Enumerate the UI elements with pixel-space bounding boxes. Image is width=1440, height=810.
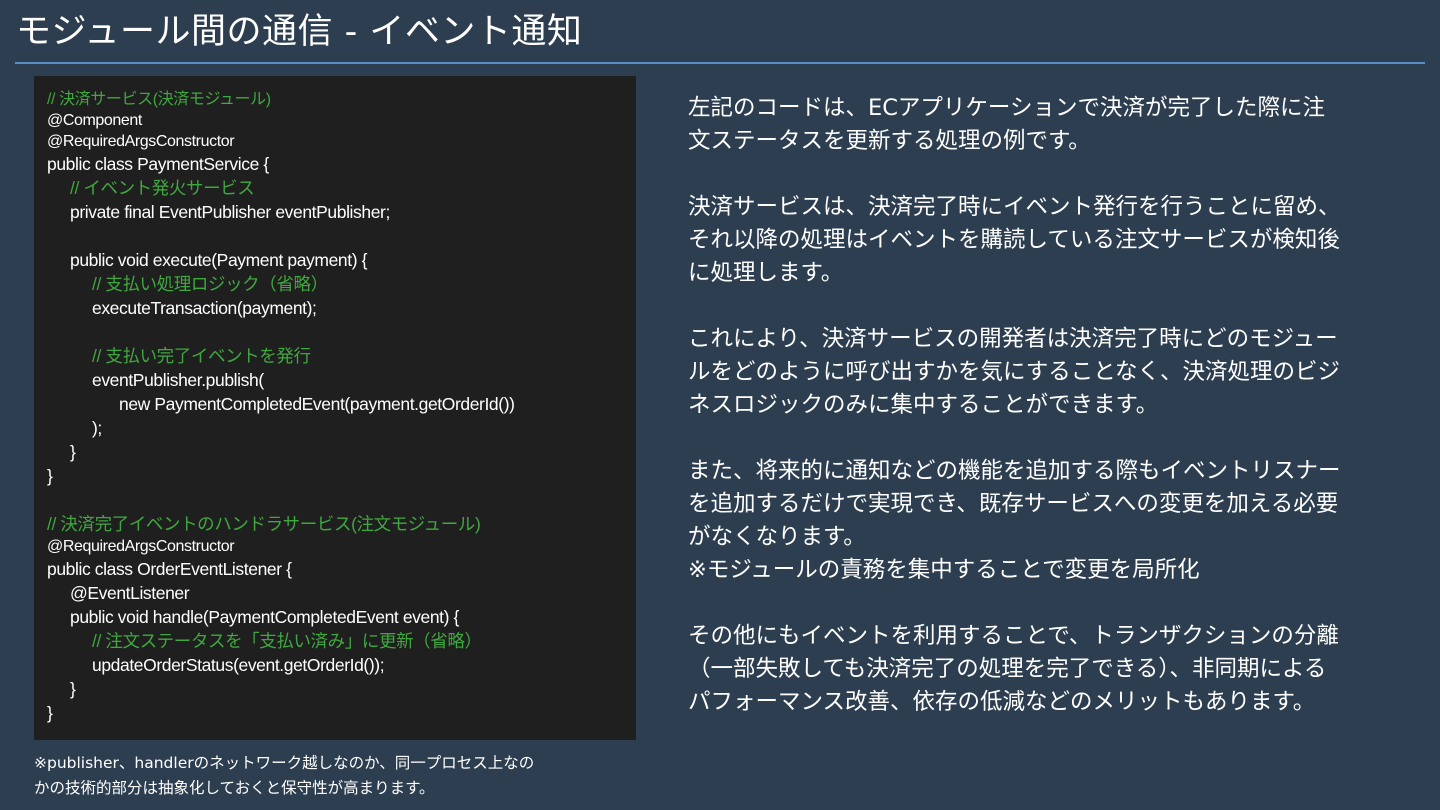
code-comment-line: // 支払い完了イベントを発行 [92,346,311,366]
explanation-line: がなくなります。 [688,524,866,550]
code-comment-line: // 支払い処理ロジック（省略） [92,274,328,294]
explanation-line: 文ステータスを更新する処理の例です。 [688,128,1091,154]
explanation-line: 決済サービスは、決済完了時にイベント発行を行うことに留め、 [688,194,1341,220]
code-line: @EventListener [70,583,190,603]
footnote-line: かの技術的部分は抽象化しておくと保守性が高まります。 [34,779,435,797]
explanation-line: ※モジュールの責務を集中することで変更を局所化 [688,557,1200,583]
code-comment-line: // 決済完了イベントのハンドラサービス(注文モジュール) [47,514,481,534]
code-line: } [47,703,53,723]
explanation-line: （一部失敗しても決済完了の処理を完了できる）、非同期による [688,656,1327,682]
code-line: executeTransaction(payment); [92,298,317,318]
code-line: } [70,442,76,462]
code-line: public void execute(Payment payment) { [70,250,368,270]
explanation-line: その他にもイベントを利用することで、トランザクションの分離 [688,623,1339,649]
explanation-line: に処理します。 [688,260,844,286]
explanation-text: 左記のコードは、ECアプリケーションで決済が完了した際に注 文ステータスを更新する… [688,92,1398,719]
code-line: new PaymentCompletedEvent(payment.getOrd… [119,394,515,414]
code-line: public void handle(PaymentCompletedEvent… [70,607,459,627]
explanation-line: 左記のコードは、ECアプリケーションで決済が完了した際に注 [688,95,1325,121]
explanation-line: ルをどのように呼び出すかを気にすることなく、決済処理のビジ [688,359,1341,385]
footnote-line: ※publisher、handlerのネットワーク越しなのか、同一プロセス上なの [34,754,535,772]
explanation-line: を追加するだけで実現でき、既存サービスへの変更を加える必要 [688,491,1339,517]
explanation-line: また、将来的に通知などの機能を追加する際もイベントリスナー [688,458,1341,484]
code-comment-line: // 決済サービス(決済モジュール) [47,91,271,108]
slide-title: モジュール間の通信 - イベント通知 [16,12,583,52]
code-line: eventPublisher.publish( [92,370,264,390]
code-line: updateOrderStatus(event.getOrderId()); [92,655,385,675]
code-line: ); [92,418,102,438]
code-comment-line: // 注文ステータスを「支払い済み」に更新（省略） [92,631,482,651]
explanation-line: パフォーマンス改善、依存の低減などのメリットもあります。 [688,689,1316,715]
explanation-line: それ以降の処理はイベントを購読している注文サービスが検知後 [688,227,1340,253]
code-line: } [70,679,76,699]
code-line: private final EventPublisher eventPublis… [70,202,390,222]
title-divider [15,62,1425,64]
code-line: @RequiredArgsConstructor [47,133,235,150]
code-lines: // 決済サービス(決済モジュール) @Component @RequiredArg… [47,89,515,725]
code-line: @RequiredArgsConstructor [47,538,235,555]
code-line: public class PaymentService { [47,154,269,174]
explanation-line: ネスロジックのみに集中することができます。 [688,392,1159,418]
code-block: // 決済サービス(決済モジュール) @Component @RequiredArg… [34,76,636,740]
explanation-line: これにより、決済サービスの開発者は決済完了時にどのモジュー [688,326,1338,352]
footnote: ※publisher、handlerのネットワーク越しなのか、同一プロセス上なの… [34,751,634,801]
code-line: public class OrderEventListener { [47,559,292,579]
code-comment-line: // イベント発火サービス [70,178,255,198]
code-line: @Component [47,112,142,129]
code-line: } [47,466,53,486]
